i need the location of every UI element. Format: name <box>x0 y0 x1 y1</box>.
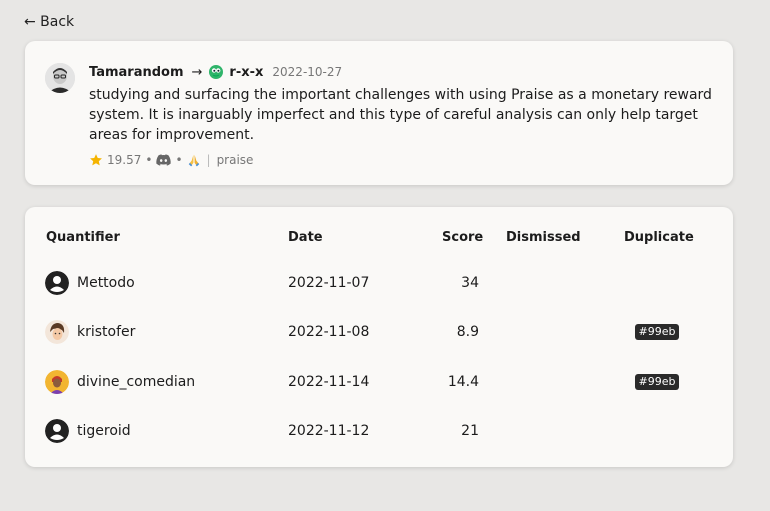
header-quantifier: Quantifier <box>46 230 120 245</box>
duplicate-cell <box>625 268 689 298</box>
divine-comedian-avatar <box>45 370 69 394</box>
praise-card: Tamarandom → r-x-x 2022-10-27 studying a… <box>25 41 733 185</box>
table-header: Quantifier Date Score Dismissed Duplicat… <box>25 230 733 248</box>
praise-date: 2022-10-27 <box>272 65 343 79</box>
kristofer-avatar <box>45 320 69 344</box>
duplicate-cell: #99eb <box>625 317 689 347</box>
source-channel[interactable]: praise <box>217 153 254 167</box>
score-cell: 8.9 <box>456 324 479 340</box>
table-row: Mettodo 2022-11-07 34 <box>25 268 733 298</box>
header-date: Date <box>288 230 323 245</box>
quantifier-cell: Mettodo <box>45 268 135 298</box>
praise-header: Tamarandom → r-x-x 2022-10-27 <box>89 63 715 81</box>
meta-separator: • <box>175 153 183 167</box>
date-cell: 2022-11-07 <box>288 275 370 291</box>
date-cell: 2022-11-08 <box>288 324 370 340</box>
date-cell: 2022-11-12 <box>288 423 370 439</box>
giver-name[interactable]: Tamarandom <box>89 65 184 80</box>
duplicate-cell: #99eb <box>625 367 689 397</box>
score-cell: 34 <box>461 275 479 291</box>
quantifier-name[interactable]: tigeroid <box>77 423 131 439</box>
header-dismissed: Dismissed <box>506 230 581 245</box>
praise-body: Tamarandom → r-x-x 2022-10-27 studying a… <box>89 63 715 168</box>
back-link[interactable]: ← Back <box>24 14 74 30</box>
table-row: tigeroid 2022-11-12 21 <box>25 416 733 446</box>
praise-meta: 19.57 • • | praise <box>89 153 715 167</box>
quantifier-name[interactable]: Mettodo <box>77 275 135 291</box>
duplicate-cell <box>625 416 689 446</box>
score-cell: 14.4 <box>447 374 479 390</box>
score-cell: 21 <box>461 423 479 439</box>
quantifier-cell: tigeroid <box>45 416 131 446</box>
folded-hands-icon <box>188 154 199 167</box>
meta-divider: | <box>206 153 211 167</box>
duplicate-badge[interactable]: #99eb <box>634 324 680 340</box>
duplicate-badge[interactable]: #99eb <box>634 374 680 390</box>
back-label: ← Back <box>24 14 75 30</box>
quantifier-name[interactable]: divine_comedian <box>77 374 195 390</box>
table-row: divine_comedian 2022-11-14 14.4 #99eb <box>25 367 733 397</box>
discord-icon <box>156 154 172 166</box>
default-user-icon <box>45 271 69 295</box>
receiver-avatar[interactable] <box>209 65 224 79</box>
quantifier-cell: divine_comedian <box>45 367 195 397</box>
date-cell: 2022-11-14 <box>288 374 370 390</box>
quantifications-table: Quantifier Date Score Dismissed Duplicat… <box>25 207 733 467</box>
praise-text: studying and surfacing the important cha… <box>89 87 712 143</box>
receiver-name[interactable]: r-x-x <box>229 65 263 80</box>
meta-separator: • <box>145 153 153 167</box>
header-duplicate: Duplicate <box>624 230 694 245</box>
star-icon <box>90 154 102 166</box>
praise-score: 19.57 <box>107 153 142 167</box>
arrow-icon: → <box>191 64 203 80</box>
header-score: Score <box>442 230 484 245</box>
quantifier-cell: kristofer <box>45 317 135 347</box>
table-row: kristofer 2022-11-08 8.9 #99eb <box>25 317 733 347</box>
giver-avatar[interactable] <box>45 63 75 93</box>
quantifier-name[interactable]: kristofer <box>77 324 135 340</box>
default-user-icon <box>45 419 69 443</box>
